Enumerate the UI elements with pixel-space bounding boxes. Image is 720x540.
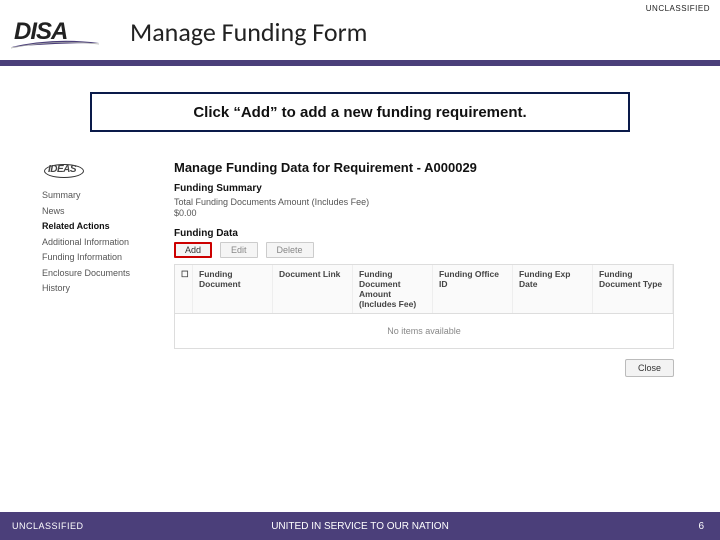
disa-logo: DISA bbox=[14, 13, 102, 51]
edit-button[interactable]: Edit bbox=[220, 242, 258, 258]
funding-data-heading: Funding Data bbox=[174, 228, 678, 239]
col-funding-exp-date: Funding Exp Date bbox=[513, 265, 593, 313]
delete-button[interactable]: Delete bbox=[266, 242, 314, 258]
instruction-text: Click “Add” to add a new funding require… bbox=[193, 104, 526, 121]
classification-bottom: UNCLASSIFIED bbox=[12, 521, 84, 531]
nav-item-enclosure-docs[interactable]: Enclosure Documents bbox=[42, 266, 150, 282]
total-funding-label: Total Funding Documents Amount (Includes… bbox=[174, 197, 678, 207]
total-funding-amount: $0.00 bbox=[174, 208, 678, 218]
col-funding-amount: Funding Document Amount (Includes Fee) bbox=[353, 265, 433, 313]
table-empty-message: No items available bbox=[175, 314, 673, 348]
funding-summary-heading: Funding Summary bbox=[174, 183, 678, 194]
col-funding-document: Funding Document bbox=[193, 265, 273, 313]
col-funding-office-id: Funding Office ID bbox=[433, 265, 513, 313]
nav-item-history[interactable]: History bbox=[42, 281, 150, 297]
footer-bar: UNCLASSIFIED UNITED IN SERVICE TO OUR NA… bbox=[0, 512, 720, 540]
main-content: Manage Funding Data for Requirement - A0… bbox=[174, 160, 678, 377]
close-row: Close bbox=[174, 359, 674, 377]
app-screenshot: IDEAS Summary News Related Actions Addit… bbox=[42, 160, 678, 410]
logo-swoosh-icon bbox=[11, 39, 99, 49]
funding-data-toolbar: Add Edit Delete bbox=[174, 242, 678, 258]
slide-title: Manage Funding Form bbox=[130, 16, 367, 48]
nav-item-news[interactable]: News bbox=[42, 204, 150, 220]
funding-data-table: ☐ Funding Document Document Link Funding… bbox=[174, 264, 674, 349]
nav-item-additional-info[interactable]: Additional Information bbox=[42, 235, 150, 251]
footer-motto: UNITED IN SERVICE TO OUR NATION bbox=[0, 521, 720, 532]
page-heading: Manage Funding Data for Requirement - A0… bbox=[174, 160, 678, 175]
nav-item-related-actions[interactable]: Related Actions bbox=[42, 219, 150, 235]
instruction-callout: Click “Add” to add a new funding require… bbox=[90, 92, 630, 132]
close-button[interactable]: Close bbox=[625, 359, 674, 377]
col-funding-doc-type: Funding Document Type bbox=[593, 265, 673, 313]
table-header-checkbox[interactable]: ☐ bbox=[175, 265, 193, 313]
ideas-logo: IDEAS bbox=[44, 162, 84, 178]
nav-item-funding-info[interactable]: Funding Information bbox=[42, 250, 150, 266]
nav-item-summary[interactable]: Summary bbox=[42, 188, 150, 204]
table-header-row: ☐ Funding Document Document Link Funding… bbox=[175, 265, 673, 314]
add-button[interactable]: Add bbox=[174, 242, 212, 258]
header-divider bbox=[0, 60, 720, 66]
col-document-link: Document Link bbox=[273, 265, 353, 313]
header-bar: DISA Manage Funding Form bbox=[0, 6, 720, 58]
page-number: 6 bbox=[698, 521, 704, 532]
side-nav: Summary News Related Actions Additional … bbox=[42, 188, 150, 297]
ideas-logo-text: IDEAS bbox=[48, 164, 76, 175]
